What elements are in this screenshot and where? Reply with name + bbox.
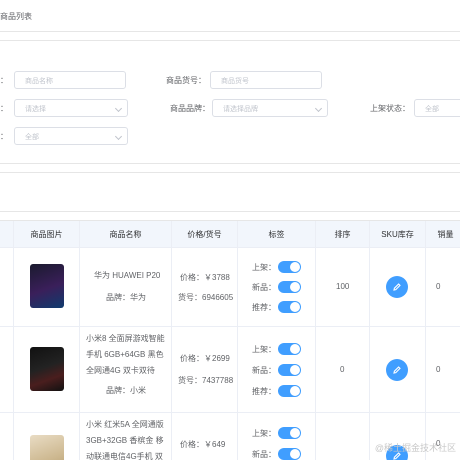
new-label: 新品： xyxy=(252,283,276,292)
publish-label: 上架： xyxy=(252,345,276,354)
new-toggle[interactable] xyxy=(278,364,301,376)
recommend-toggle[interactable] xyxy=(278,301,301,313)
row-checkbox-cell xyxy=(0,413,14,460)
breadcrumb: 商品列表 xyxy=(0,0,460,32)
labels-cell: 上架： 新品： 推荐： xyxy=(238,327,316,413)
header-labels: 标签 xyxy=(238,221,316,248)
publish-toggle[interactable] xyxy=(278,343,301,355)
sn-filter-label: 商品货号： xyxy=(166,76,206,85)
image-cell xyxy=(14,413,80,460)
publish-label: 上架： xyxy=(252,263,276,272)
product-table: 商品图片 商品名称 价格/货号 标签 排序 SKU库存 销量 华为 HUAWEI… xyxy=(0,220,460,460)
sales-value: 0 xyxy=(436,282,441,291)
header-sales: 销量 xyxy=(426,221,460,248)
header-name: 商品名称 xyxy=(80,221,172,248)
new-toggle[interactable] xyxy=(278,281,301,293)
name-filter-label: ： xyxy=(0,76,8,85)
recommend-toggle[interactable] xyxy=(278,385,301,397)
product-name-line: 手机 6GB+64GB 黑色 xyxy=(86,350,164,359)
recommend-label: 推荐： xyxy=(252,303,276,312)
product-price: 价格：￥3788 xyxy=(180,273,230,282)
product-name-line: 全网通4G 双卡双待 xyxy=(86,366,155,375)
sales-cell: 0 xyxy=(426,327,460,413)
brand-filter-label: 商品品牌： xyxy=(170,104,210,113)
product-sn: 货号：6946605 xyxy=(178,293,234,302)
row-checkbox-cell xyxy=(0,327,14,413)
name-cell: 华为 HUAWEI P20 品牌：华为 xyxy=(80,248,172,327)
row-checkbox-cell xyxy=(0,248,14,327)
product-name-line: 动联通电信4G手机 双 xyxy=(86,452,163,460)
sort-cell: 100 xyxy=(316,248,370,327)
table-toolbar xyxy=(0,172,460,212)
publish-toggle[interactable] xyxy=(278,261,301,273)
product-brand: 品牌：华为 xyxy=(106,293,146,302)
product-price: 价格：￥2699 xyxy=(180,354,230,363)
sort-cell xyxy=(316,413,370,460)
table-header: 商品图片 商品名称 价格/货号 标签 排序 SKU库存 销量 xyxy=(0,221,460,248)
verify-status-select[interactable]: 全部 xyxy=(14,127,128,145)
verify-filter-label: ： xyxy=(0,132,8,141)
name-cell: 小米8 全面屏游戏智能 手机 6GB+64GB 黑色 全网通4G 双卡双待 品牌… xyxy=(80,327,172,413)
product-price: 价格：￥649 xyxy=(180,440,226,449)
product-name-line: 3GB+32GB 香槟金 移 xyxy=(86,436,164,445)
header-sort: 排序 xyxy=(316,221,370,248)
header-sku: SKU库存 xyxy=(370,221,426,248)
image-cell xyxy=(14,248,80,327)
sort-cell: 0 xyxy=(316,327,370,413)
brand-select[interactable]: 请选择品牌 xyxy=(212,99,328,117)
table-row: 小米8 全面屏游戏智能 手机 6GB+64GB 黑色 全网通4G 双卡双待 品牌… xyxy=(0,327,460,413)
phone-image xyxy=(30,264,64,308)
chevron-down-icon xyxy=(114,132,123,141)
sales-cell: 0 xyxy=(426,248,460,327)
header-image: 商品图片 xyxy=(14,221,80,248)
product-name-line: 小米8 全面屏游戏智能 xyxy=(86,334,165,343)
phone-image xyxy=(30,435,64,460)
category-filter-label: ： xyxy=(0,104,8,113)
recommend-label: 推荐： xyxy=(252,387,276,396)
price-cell: 价格：￥649 xyxy=(172,413,238,460)
name-cell: 小米 红米5A 全网通版 3GB+32GB 香槟金 移 动联通电信4G手机 双 xyxy=(80,413,172,460)
table-row: 华为 HUAWEI P20 品牌：华为 价格：￥3788 货号：6946605 … xyxy=(0,248,460,327)
new-label: 新品： xyxy=(252,366,276,375)
labels-cell: 上架： 新品： xyxy=(238,413,316,460)
edit-sku-button[interactable] xyxy=(386,359,408,381)
labels-cell: 上架： 新品： 推荐： xyxy=(238,248,316,327)
product-sn-input[interactable]: 商品货号 xyxy=(210,71,322,89)
edit-sku-button[interactable] xyxy=(386,276,408,298)
breadcrumb-current: 商品列表 xyxy=(0,12,32,21)
publish-label: 上架： xyxy=(252,429,276,438)
product-name-line: 小米 红米5A 全网通版 xyxy=(86,420,164,429)
new-toggle[interactable] xyxy=(278,448,301,460)
header-checkbox-col xyxy=(0,221,14,248)
publish-status-select[interactable]: 全部 xyxy=(414,99,460,117)
product-brand: 品牌：小米 xyxy=(106,386,146,395)
chevron-down-icon xyxy=(314,104,323,113)
sales-value: 0 xyxy=(436,365,441,374)
image-cell xyxy=(14,327,80,413)
chevron-down-icon xyxy=(114,104,123,113)
category-select[interactable]: 请选择 xyxy=(14,99,128,117)
product-name-input[interactable]: 商品名称 xyxy=(14,71,126,89)
sku-cell xyxy=(370,248,426,327)
filter-panel: ： 商品名称 商品货号： 商品货号 ： 请选择 商品品牌： 请选择品牌 上架状态… xyxy=(0,40,460,164)
phone-image xyxy=(30,347,64,391)
sku-cell xyxy=(370,327,426,413)
price-cell: 价格：￥2699 货号：7437788 xyxy=(172,327,238,413)
watermark: @稀土掘金技术社区 xyxy=(374,443,456,453)
price-cell: 价格：￥3788 货号：6946605 xyxy=(172,248,238,327)
sort-value: 0 xyxy=(340,365,345,374)
pencil-icon xyxy=(393,366,401,374)
header-price: 价格/货号 xyxy=(172,221,238,248)
publish-filter-label: 上架状态： xyxy=(370,104,410,113)
sort-value: 100 xyxy=(336,282,350,291)
new-label: 新品： xyxy=(252,450,276,459)
product-sn: 货号：7437788 xyxy=(178,376,234,385)
publish-toggle[interactable] xyxy=(278,427,301,439)
product-name: 华为 HUAWEI P20 xyxy=(94,271,161,280)
pencil-icon xyxy=(393,283,401,291)
